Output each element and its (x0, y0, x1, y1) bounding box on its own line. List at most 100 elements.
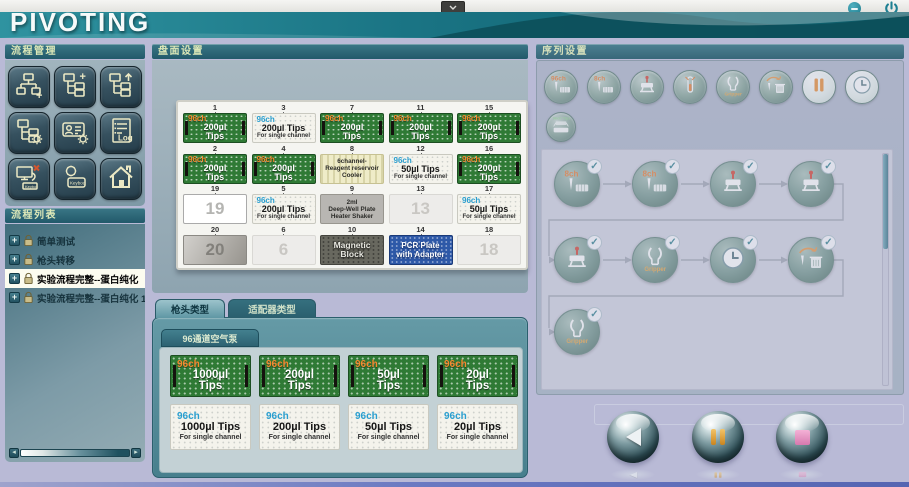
svg-text:Gripper: Gripper (725, 91, 742, 97)
home-button[interactable] (100, 158, 142, 200)
tip-rack-single-20µl Tips[interactable]: 96ch20µl TipsFor single channel (437, 404, 518, 450)
deck-slot-11[interactable]: 1196ch200µlTips (387, 104, 455, 144)
deck-slot-13[interactable]: 1313 (387, 185, 455, 225)
flow-settings-button[interactable] (8, 112, 50, 154)
check-badge: ✓ (587, 235, 602, 250)
flow-step-gripper[interactable]: Gripper✓ (632, 237, 678, 283)
tool-8ch-pipette-button[interactable]: 8ch (587, 70, 621, 104)
slot-number: 12 (416, 145, 424, 154)
deck-slot-20[interactable]: 2020 (181, 226, 249, 266)
expand-icon[interactable]: + (9, 254, 20, 265)
tip-rack-single-50µl Tips[interactable]: 96ch50µl TipsFor single channel (348, 404, 429, 450)
step-back-button[interactable] (607, 411, 659, 463)
deck-slot-15[interactable]: 1596ch200µlTips (455, 104, 523, 144)
keyboard-settings-button[interactable]: Keybod (54, 158, 96, 200)
process-name: 简单测试 (37, 234, 75, 248)
tip-rack-96ch-50µl[interactable]: 96ch50µlTips (348, 355, 429, 397)
flow-scrollbar-thumb[interactable] (883, 154, 888, 249)
deck-slot-17[interactable]: 1796ch50µl TipsFor single channel (455, 185, 523, 225)
tip-rack-96ch-1000µl[interactable]: 96ch1000µlTips (170, 355, 251, 397)
new-flow-button[interactable]: + (8, 66, 50, 108)
deck-slot-4[interactable]: 496ch200µlTips (250, 145, 318, 185)
subtab-96ch-air-pump[interactable]: 96通道空气泵 (161, 329, 259, 347)
slot-number: 14 (416, 226, 424, 235)
tab-tip-type[interactable]: 枪头类型 (155, 299, 225, 318)
stop-square-icon (795, 430, 810, 445)
node-add-icon: + (60, 70, 90, 105)
deck-slot-2[interactable]: 296ch200µlTips (181, 145, 249, 185)
slot-number: 2 (213, 145, 217, 154)
svg-text:8ch: 8ch (643, 169, 657, 178)
svg-text:+: + (80, 71, 86, 83)
process-list-item[interactable]: +枪头转移 (5, 250, 145, 269)
log-view-button[interactable]: Log (100, 112, 142, 154)
log-icon: Log (106, 116, 136, 151)
deck-slot-6[interactable]: 66 (250, 226, 318, 266)
tool-heater-shaker-button[interactable] (630, 70, 664, 104)
user-settings-button[interactable] (54, 112, 96, 154)
deck-slot-19[interactable]: 1919 (181, 185, 249, 225)
scroll-left-button[interactable]: ◂ (9, 448, 19, 458)
flow-scrollbar[interactable] (882, 153, 889, 386)
process-list-item[interactable]: +实验流程完整--蛋白纯化 (5, 269, 145, 288)
deck-slot-1[interactable]: 196ch200µlTips (181, 104, 249, 144)
pause-button[interactable] (692, 411, 744, 463)
process-list-item[interactable]: + 实验流程完整--蛋白纯化 1列 3 (5, 288, 145, 307)
tool-96ch-pipette-button[interactable]: 96ch (544, 70, 578, 104)
tip-rack-96ch-20µl[interactable]: 96ch20µlTips (437, 355, 518, 397)
flow-step-shaker[interactable]: ✓ (554, 237, 600, 283)
tool-discard-tip-button[interactable] (759, 70, 793, 104)
process-list-item[interactable]: + 简单测试 (5, 231, 145, 250)
flow-step-shaker[interactable]: ✓ (710, 161, 756, 207)
flow-step-shaker[interactable]: ✓ (788, 161, 834, 207)
svg-text:Keybod: Keybod (70, 180, 86, 185)
scrollbar-track[interactable] (20, 449, 130, 457)
slot-number: 8 (350, 145, 354, 154)
expand-icon[interactable]: + (9, 292, 20, 303)
flow-step-pipette[interactable]: 8ch✓ (632, 161, 678, 207)
deck-header: 盘面设置 (152, 44, 528, 59)
sequence-toolbar-row2: 96ch Tips (546, 112, 576, 142)
deck-slot-16[interactable]: 1696ch200µlTips (455, 145, 523, 185)
tip-type-panel: 96通道空气泵 96ch1000µlTips96ch200µlTips96ch5… (152, 317, 528, 478)
tab-adapter-type[interactable]: 适配器类型 (228, 299, 316, 318)
tool-plate-stack-button[interactable]: 96ch Tips (546, 112, 576, 142)
export-flow-button[interactable] (100, 66, 142, 108)
process-name: 实验流程完整--蛋白纯化 1列 3 (37, 291, 145, 305)
slot-number: 10 (348, 226, 356, 235)
scroll-right-button[interactable]: ▸ (131, 448, 141, 458)
flow-step-discard-tip[interactable]: ✓ (788, 237, 834, 283)
deck-slot-18[interactable]: 1818 (455, 226, 523, 266)
flow-step-pipette[interactable]: 8ch✓ (554, 161, 600, 207)
slot-number: 16 (485, 145, 493, 154)
disconnect-device-button[interactable]: Keybo (8, 158, 50, 200)
slot-number: 15 (485, 104, 493, 113)
tool-timer-button[interactable] (845, 70, 879, 104)
expand-icon[interactable]: + (9, 273, 20, 284)
plate-stack-icon: 96ch Tips (550, 114, 572, 141)
tool-pause-button[interactable] (802, 70, 836, 104)
deck-panel: 196ch200µlTips396ch200µl TipsFor single … (152, 60, 528, 293)
tool-mix-button[interactable] (673, 70, 707, 104)
deck-slot-14[interactable]: 14PCR Platewith Adapter (387, 226, 455, 266)
deck-slot-9[interactable]: 92mlDeep-Well PlateHeater Shaker (318, 185, 386, 225)
lock-icon (23, 234, 34, 247)
flow-step-timer[interactable]: ✓ (710, 237, 756, 283)
expand-icon[interactable]: + (9, 235, 20, 246)
tool-gripper-button[interactable]: Gripper (716, 70, 750, 104)
tip-rack-96ch-200µl[interactable]: 96ch200µlTips (259, 355, 340, 397)
deck-slot-3[interactable]: 396ch200µl TipsFor single channel (250, 104, 318, 144)
deck-plate-tips-green: 96ch200µlTips (457, 113, 521, 143)
tip-rack-single-200µl Tips[interactable]: 96ch200µl TipsFor single channel (259, 404, 340, 450)
deck-slot-10[interactable]: 10MagneticBlock (318, 226, 386, 266)
deck-slot-7[interactable]: 796ch200µlTips (318, 104, 386, 144)
timer-icon (718, 243, 748, 278)
stop-button[interactable] (776, 411, 828, 463)
tip-rack-single-1000µl Tips[interactable]: 96ch1000µl TipsFor single channel (170, 404, 251, 450)
deck-slot-5[interactable]: 596ch200µl TipsFor single channel (250, 185, 318, 225)
add-node-button[interactable]: + (54, 66, 96, 108)
flow-step-gripper[interactable]: Gripper✓ (554, 309, 600, 355)
deck-slot-8[interactable]: 86channel-Reagent reservoirCooler (318, 145, 386, 185)
deck-slot-12[interactable]: 1296ch50µl TipsFor single channel (387, 145, 455, 185)
user-settings-icon (60, 116, 90, 151)
